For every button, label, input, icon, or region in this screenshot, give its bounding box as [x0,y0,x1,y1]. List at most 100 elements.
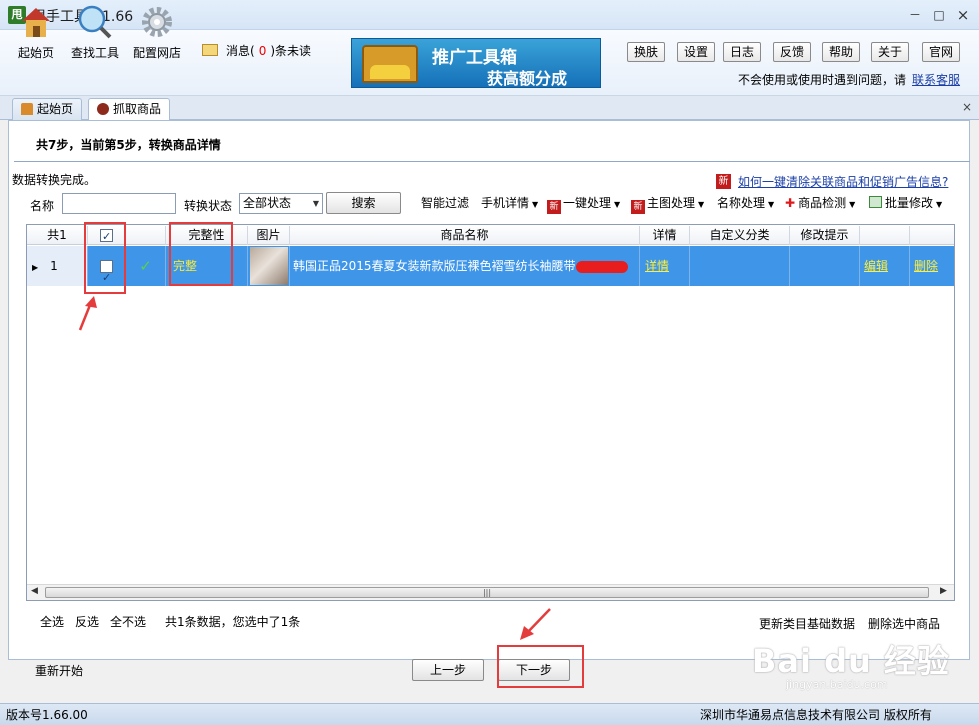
restart-link[interactable]: 重新开始 [35,662,83,679]
batch-edit-menu[interactable]: 批量修改 ▼ [869,194,942,211]
help-text: 不会使用或使用时遇到问题，请 [738,73,907,87]
envelope-icon [202,44,218,56]
invert-selection-link[interactable]: 反选 [75,613,99,630]
watermark-url: jingyan.baidu.com [786,678,888,691]
caret-down-icon: ▼ [936,200,943,209]
treasure-chest-icon [362,45,418,83]
redaction-mark [575,260,628,273]
tool-home[interactable]: 起始页 [5,4,67,61]
banner-line2: 获高额分成 [487,69,568,88]
feedback-button[interactable]: 反馈 [773,42,812,62]
header-product-name[interactable]: 商品名称 [290,226,640,245]
select-all-link[interactable]: 全选 [40,613,64,630]
tab-home-label: 起始页 [37,102,74,116]
row-product-name[interactable]: 韩国正品2015春夏女装新款版压裸色褶雪纺长袖腰带 [290,246,640,286]
website-button[interactable]: 官网 [922,42,961,62]
smart-filter-button[interactable]: 智能过滤 [421,194,469,211]
maximize-button[interactable]: □ [930,6,948,24]
header-count: 共1 [27,226,88,245]
mobile-detail-menu[interactable]: 手机详情 ▼ [481,194,538,211]
scroll-right-icon[interactable]: ▶ [940,586,947,596]
header-category[interactable]: 自定义分类 [690,226,790,245]
message-suffix: )条未读 [270,44,312,58]
grab-icon [97,103,109,115]
tool-find[interactable]: 查找工具 [64,4,126,61]
row-delete-cell[interactable]: 删除 [910,246,954,286]
row-hint [790,246,860,286]
red-cross-icon: ✚ [785,196,796,210]
one-click-menu[interactable]: 新一键处理 ▼ [547,194,620,214]
version-text: 版本号1.66.00 [6,708,88,722]
name-process-label: 名称处理 [717,196,766,210]
status-select[interactable]: 全部状态 ▼ [239,193,323,214]
annotation-arrow-up-icon [78,296,97,331]
delete-selected-link[interactable]: 删除选中商品 [868,615,940,632]
update-category-link[interactable]: 更新类目基础数据 [759,615,855,632]
message-prefix: 消息( [226,44,255,58]
caret-down-icon: ▼ [614,200,621,209]
mobile-detail-label: 手机详情 [481,196,530,210]
grid-icon [869,196,882,208]
row-index: 1 [50,259,58,273]
annotation-box-next [497,645,584,688]
name-process-menu[interactable]: 名称处理 ▼ [717,194,774,211]
scroll-thumb[interactable]: ||| [45,587,929,598]
header-detail[interactable]: 详情 [640,226,690,245]
close-window-button[interactable]: × [954,6,972,24]
caret-down-icon: ▼ [768,200,775,209]
log-button[interactable]: 日志 [723,42,762,62]
caret-down-icon: ▼ [698,200,705,209]
tab-grab-products[interactable]: 抓取商品 [88,98,171,121]
row-edit-link[interactable]: 编辑 [864,259,888,273]
header-status [126,226,166,245]
row-edit-cell[interactable]: 编辑 [860,246,910,286]
batch-edit-label: 批量修改 [885,196,934,210]
search-button[interactable]: 搜索 [326,192,401,214]
settings-button[interactable]: 设置 [677,42,716,62]
check-icon: ✓ [139,257,152,275]
step-indicator: 共7步，当前第5步，转换商品详情 [36,138,221,152]
tab-home[interactable]: 起始页 [12,98,83,120]
product-thumbnail[interactable] [249,246,288,285]
tool-config[interactable]: 配置网店 [126,4,188,61]
tab-grab-label: 抓取商品 [113,102,162,116]
skin-button[interactable]: 换肤 [627,42,666,62]
message-indicator[interactable]: 消息(0)条未读 [202,42,311,59]
copyright-text: 深圳市华通易点信息技术有限公司 版权所有 [700,708,932,722]
row-delete-link[interactable]: 删除 [914,259,938,273]
promo-banner[interactable]: 推广工具箱 获高额分成 [351,38,601,88]
magnifier-icon [75,4,115,40]
select-none-link[interactable]: 全不选 [110,613,146,630]
scroll-left-icon[interactable]: ◀ [31,586,38,596]
new-badge-icon: 新 [547,200,561,214]
name-label: 名称 [30,199,55,213]
baidu-watermark: Bai du 经验 [752,642,950,680]
close-tab-icon[interactable]: × [962,100,972,114]
header-hint[interactable]: 修改提示 [790,226,860,245]
row-index-cell: ▶ 1 [27,246,88,286]
tool-find-label: 查找工具 [70,46,119,60]
new-badge-icon: 新 [716,174,731,189]
product-check-menu[interactable]: ✚ 商品检测 ▼ [785,194,855,211]
name-input[interactable] [62,193,176,214]
home-icon [16,4,56,40]
help-button[interactable]: 帮助 [822,42,861,62]
caret-down-icon: ▼ [532,200,539,209]
header-image[interactable]: 图片 [248,226,290,245]
row-detail-cell[interactable]: 详情 [640,246,690,286]
news-link[interactable]: 如何一键清除关联商品和促销广告信息? [738,173,948,190]
one-click-label: 一键处理 [563,196,612,210]
row-image-cell[interactable] [248,246,290,286]
header-delete-col [910,226,954,245]
about-button[interactable]: 关于 [871,42,910,62]
main-image-menu[interactable]: 新主图处理 ▼ [631,194,704,214]
row-detail-link[interactable]: 详情 [645,259,669,273]
status-select-value: 全部状态 [243,196,292,210]
prev-step-button[interactable]: 上一步 [412,659,484,681]
product-check-label: 商品检测 [798,196,847,210]
minimize-button[interactable]: － [906,6,924,24]
contact-support-link[interactable]: 联系客服 [912,71,960,88]
annotation-box-checkbox [84,222,126,294]
row-category[interactable] [690,246,790,286]
main-image-label: 主图处理 [647,196,696,210]
